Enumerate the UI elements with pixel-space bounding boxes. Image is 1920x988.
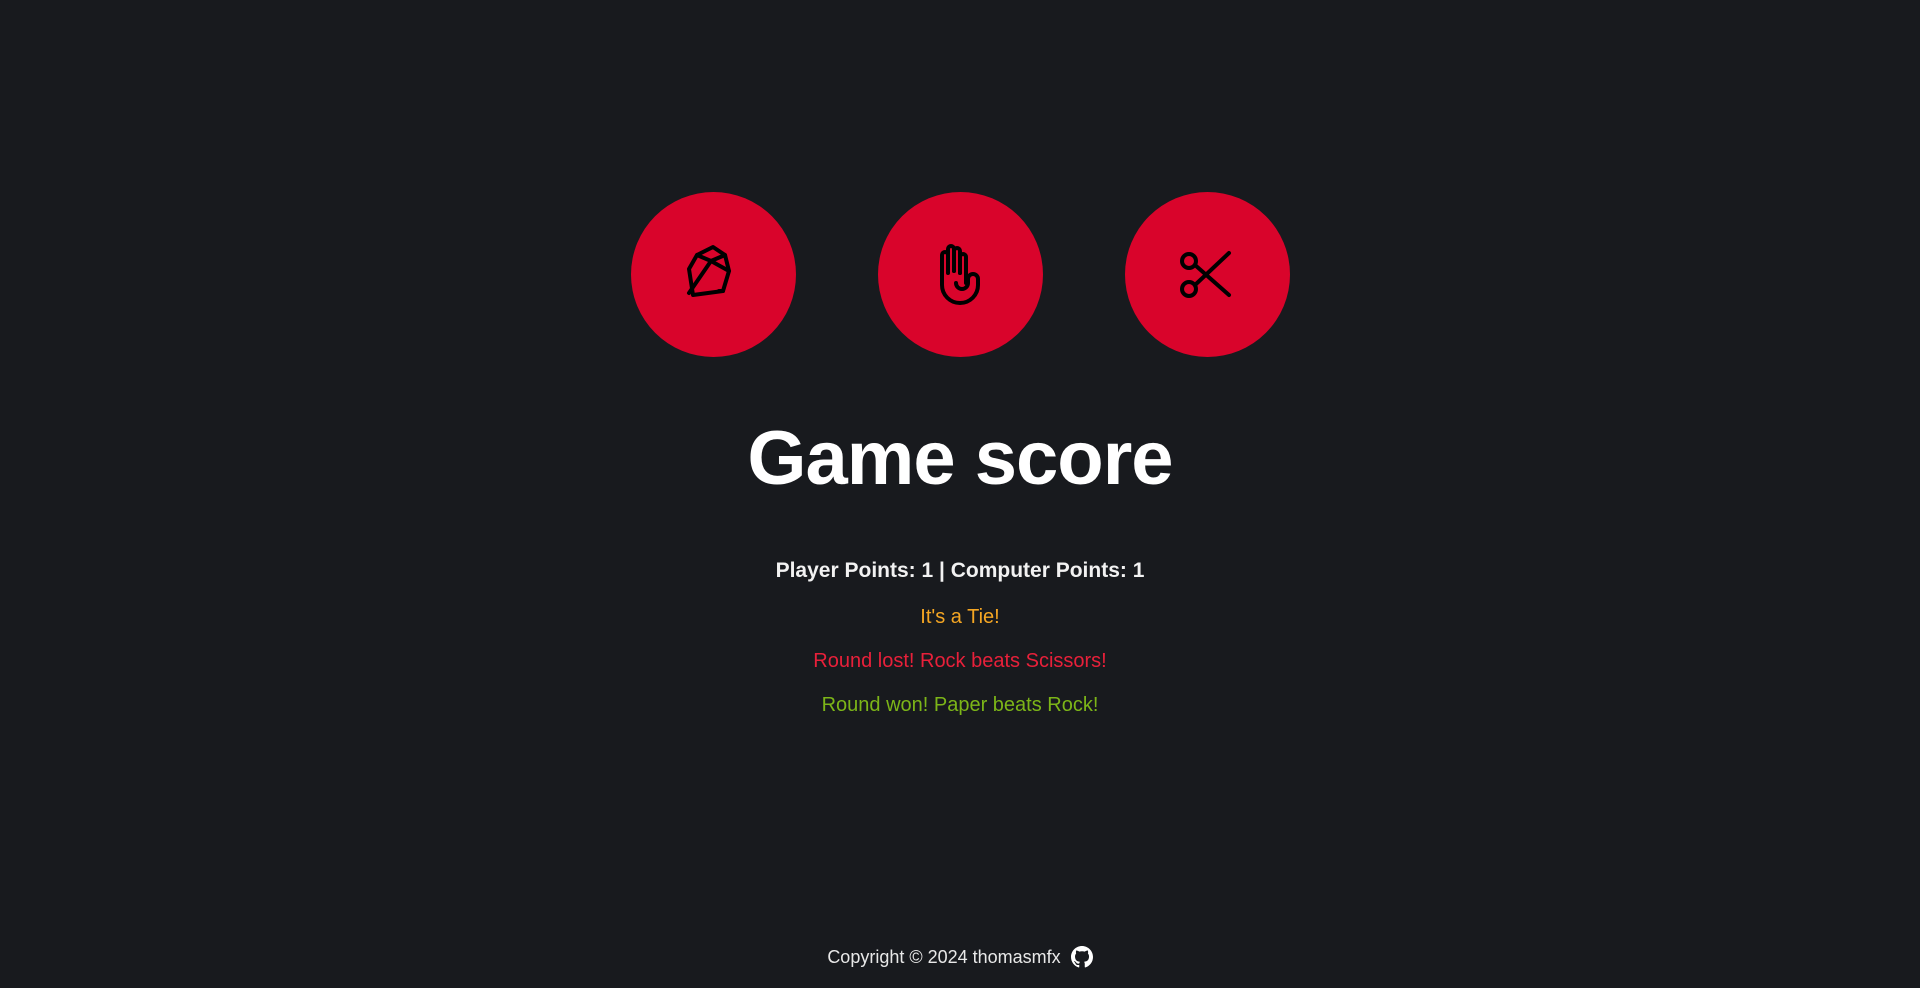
choice-buttons [0,192,1920,357]
score-display: Player Points: 1 | Computer Points: 1 [775,559,1145,582]
footer: Copyright © 2024 thomasmfx [0,945,1920,969]
round-result-tie: It's a Tie! [920,606,1000,628]
paper-button[interactable] [877,192,1043,357]
scissors-button[interactable] [1124,192,1290,357]
round-log: It's a Tie! Round lost! Rock beats Sciss… [0,604,1920,736]
hand-icon [940,243,980,305]
round-result-lost: Round lost! Rock beats Scissors! [813,650,1107,672]
rock-button[interactable] [630,192,796,357]
page-title: Game score [747,416,1173,501]
round-result-won: Round won! Paper beats Rock! [821,694,1099,716]
game-page: Game score Player Points: 1 | Computer P… [0,0,1920,988]
copyright-text: Copyright © 2024 thomasmfx [827,947,1061,967]
github-icon [1070,946,1093,968]
rock-icon [687,244,731,297]
github-link[interactable] [1070,946,1093,968]
scissors-icon [1180,250,1231,298]
